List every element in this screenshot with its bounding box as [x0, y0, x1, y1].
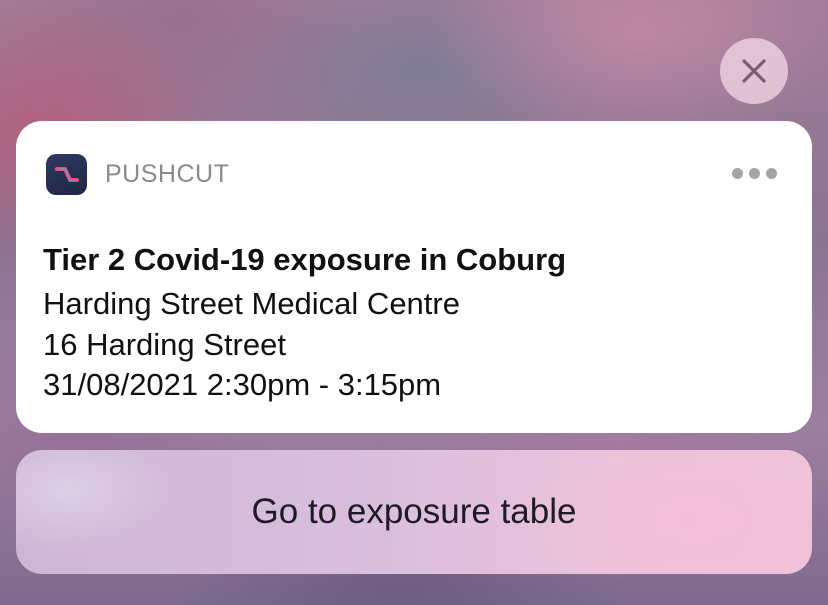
action-button-label: Go to exposure table [251, 492, 577, 531]
pushcut-app-icon [46, 154, 87, 195]
ellipsis-icon [731, 167, 743, 179]
notification-body-line: 16 Harding Street [43, 327, 286, 362]
notification-card[interactable]: PUSHCUT Tier 2 Covid-19 exposure in Cobu… [16, 121, 812, 433]
notification-body-line: 31/08/2021 2:30pm - 3:15pm [43, 367, 442, 402]
exposure-table-action-button[interactable]: Go to exposure table [16, 450, 812, 574]
close-button[interactable] [720, 38, 788, 104]
notification-title: Tier 2 Covid-19 exposure in Coburg [43, 242, 567, 277]
more-options-button[interactable] [724, 161, 784, 185]
app-name: PUSHCUT [105, 160, 230, 188]
close-icon [741, 58, 767, 84]
ellipsis-icon [765, 167, 777, 179]
notification-body-line: Harding Street Medical Centre [43, 286, 460, 321]
notification-screen: PUSHCUT Tier 2 Covid-19 exposure in Cobu… [0, 0, 828, 605]
ellipsis-icon [748, 167, 760, 179]
